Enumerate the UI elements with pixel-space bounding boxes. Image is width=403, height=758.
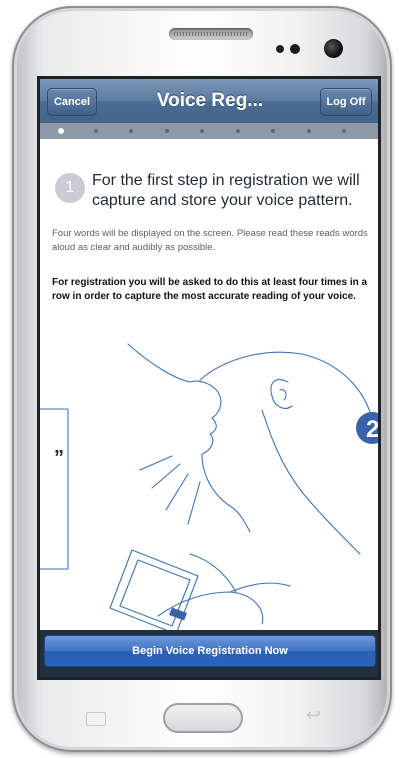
step-number-badge: 1 xyxy=(55,173,85,203)
page-dot xyxy=(306,129,311,133)
cancel-button[interactable]: Cancel xyxy=(47,88,97,116)
begin-voice-registration-button[interactable]: Begin Voice Registration Now xyxy=(44,635,376,667)
page-dot xyxy=(129,129,133,133)
app-screen: Cancel Voice Reg... Log Off 1 For the fi… xyxy=(40,79,378,677)
log-off-button[interactable]: Log Off xyxy=(320,88,372,116)
earpiece-speaker xyxy=(169,28,253,40)
front-camera xyxy=(324,39,343,58)
back-icon[interactable]: ↩ xyxy=(306,706,321,724)
page-dot xyxy=(200,129,204,133)
light-sensor xyxy=(290,44,300,54)
menu-icon[interactable] xyxy=(86,712,106,726)
home-button[interactable] xyxy=(163,703,243,733)
hair-outline xyxy=(199,351,371,413)
page-title: Voice Reg... xyxy=(156,90,264,111)
navigation-bar: Cancel Voice Reg... Log Off xyxy=(40,79,378,124)
speech-bubble-shape xyxy=(40,408,69,570)
page-indicator xyxy=(40,123,378,139)
page-dot xyxy=(271,129,275,133)
instructions-text: Four words will be displayed on the scre… xyxy=(52,228,368,253)
quote-mark: ” xyxy=(54,447,64,469)
page-dot xyxy=(164,129,169,133)
face-outline xyxy=(127,343,251,533)
ear-outline xyxy=(270,379,293,409)
sound-line xyxy=(151,463,181,489)
page-dot xyxy=(93,129,98,133)
sound-line xyxy=(139,455,173,471)
sound-line xyxy=(165,473,189,511)
hand-outline xyxy=(157,591,264,625)
neck-outline xyxy=(261,409,361,555)
voice-illustration: ” 2 xyxy=(40,343,378,634)
proximity-sensor xyxy=(276,45,284,53)
step-two-number: 2 xyxy=(366,416,378,443)
page-dot xyxy=(342,129,346,133)
registration-note: For registration you will be asked to do… xyxy=(52,277,368,302)
arm-outline xyxy=(189,553,237,593)
page-dot xyxy=(58,128,64,134)
page-dot xyxy=(235,129,240,133)
step-heading: For the first step in registration we wi… xyxy=(92,172,360,209)
sound-line xyxy=(187,481,201,525)
speaker-grill xyxy=(174,32,248,36)
